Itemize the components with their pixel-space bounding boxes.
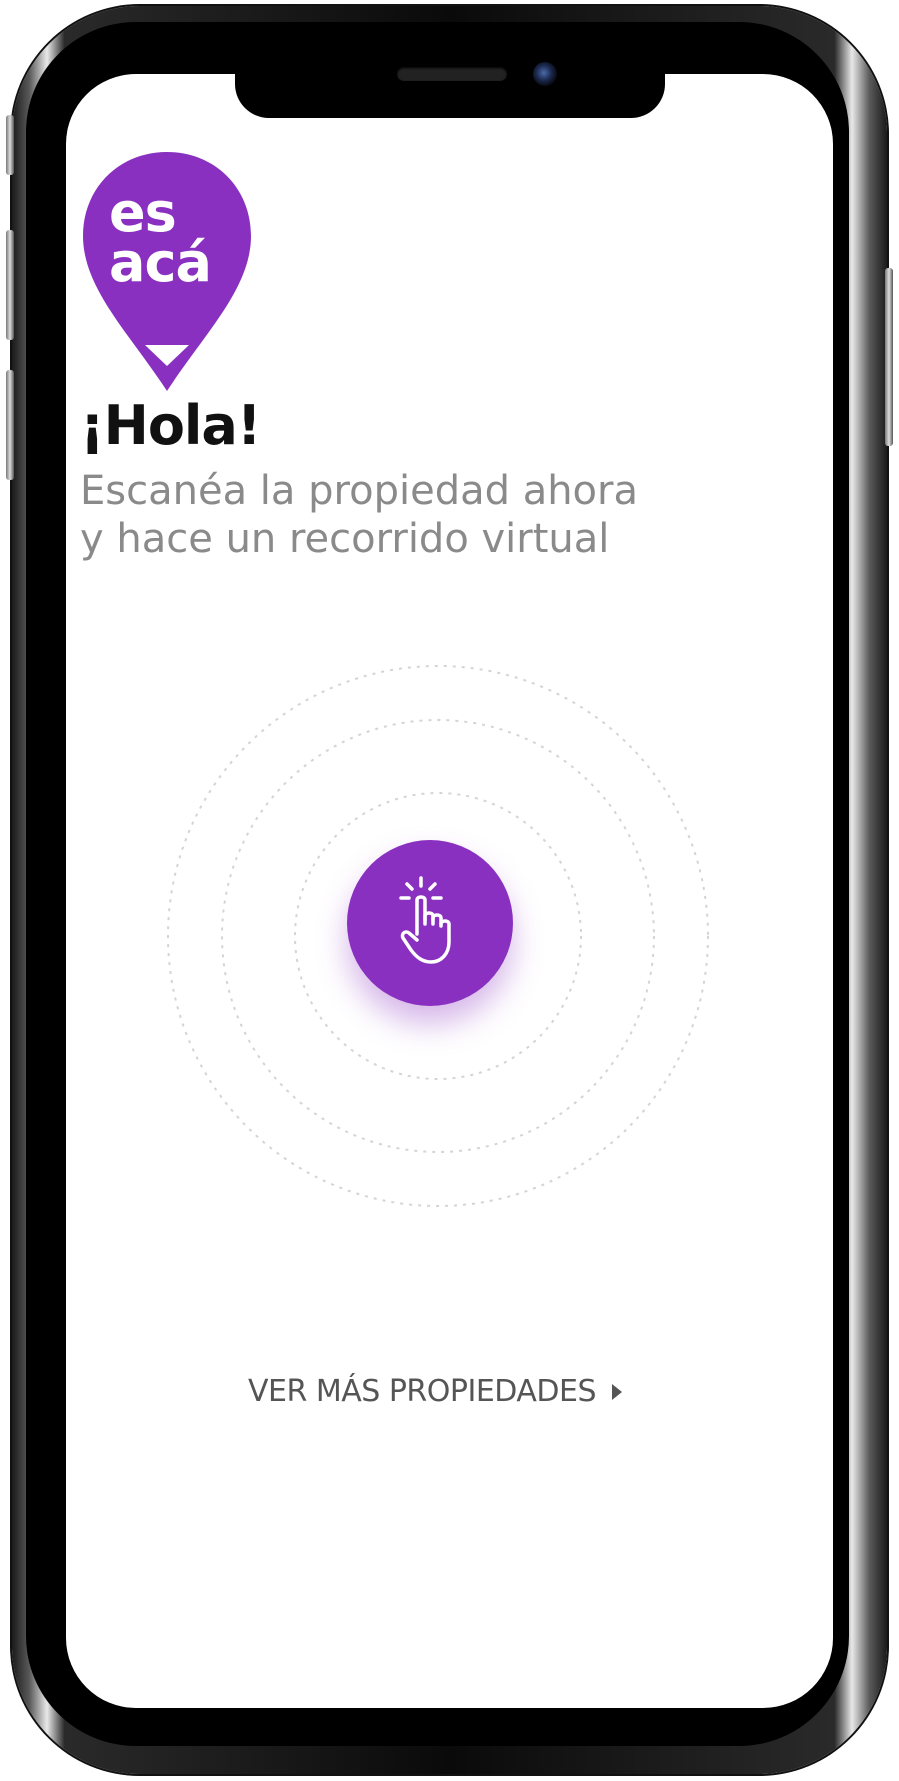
subtitle-line1: Escanéa la propiedad ahora [80, 468, 638, 514]
phone-power-button [885, 268, 893, 446]
app-logo: es acá [79, 148, 255, 395]
app-screen: es acá ¡Hola! Escanéa la propiedad ahora… [66, 74, 833, 1708]
logo-wordmark: es acá [109, 186, 212, 294]
tap-hand-icon [399, 876, 451, 964]
phone-volume-up-button [6, 230, 14, 340]
phone-volume-down-button [6, 370, 14, 480]
caret-right-icon [611, 1383, 622, 1400]
front-camera-icon [533, 62, 557, 86]
scan-property-button[interactable] [347, 840, 513, 1006]
see-more-properties-label: VER MÁS PROPIEDADES [248, 1374, 596, 1409]
phone-speaker [397, 67, 507, 81]
see-more-properties-link[interactable]: VER MÁS PROPIEDADES [248, 1374, 622, 1409]
greeting-heading: ¡Hola! [80, 394, 261, 457]
subtitle-line2: y hace un recorrido virtual [80, 516, 610, 562]
phone-side-button [6, 115, 14, 175]
subtitle-text: Escanéa la propiedad ahora y hace un rec… [80, 467, 780, 563]
logo-wordmark-line2: acá [109, 231, 212, 294]
